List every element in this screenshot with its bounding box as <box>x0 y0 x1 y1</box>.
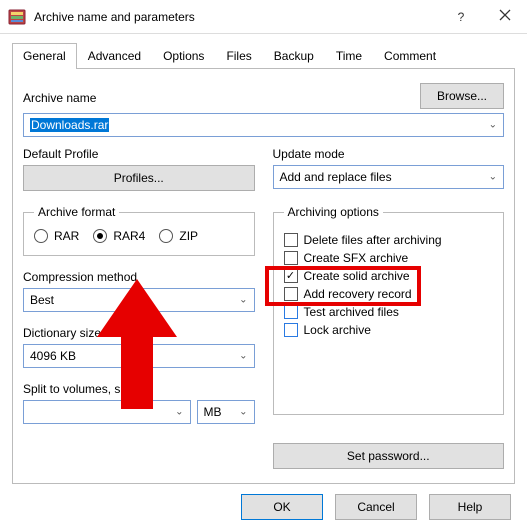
radio-rar4[interactable]: RAR4 <box>93 229 145 243</box>
check-create-solid[interactable]: Create solid archive <box>284 269 494 283</box>
ok-button[interactable]: OK <box>241 494 323 520</box>
check-test-files[interactable]: Test archived files <box>284 305 494 319</box>
window-title: Archive name and parameters <box>34 10 439 24</box>
chevron-down-icon: ⌄ <box>239 407 247 418</box>
archive-name-input[interactable]: Downloads.rar ⌄ <box>23 113 504 137</box>
tab-backup[interactable]: Backup <box>263 43 325 69</box>
chevron-down-icon: ⌄ <box>489 172 497 183</box>
chevron-down-icon: ⌄ <box>489 120 497 131</box>
cancel-button[interactable]: Cancel <box>335 494 417 520</box>
tab-advanced[interactable]: Advanced <box>77 43 152 69</box>
check-create-sfx[interactable]: Create SFX archive <box>284 251 494 265</box>
compression-select[interactable]: Best ⌄ <box>23 288 255 312</box>
tab-strip: General Advanced Options Files Backup Ti… <box>12 42 515 68</box>
archiving-options-legend: Archiving options <box>284 205 383 219</box>
tab-general[interactable]: General <box>12 43 77 69</box>
update-mode-select[interactable]: Add and replace files ⌄ <box>273 165 505 189</box>
dictionary-select[interactable]: 4096 KB ⌄ <box>23 344 255 368</box>
help-title-button[interactable]: ? <box>439 0 483 34</box>
dictionary-label: Dictionary size <box>23 326 255 340</box>
chevron-down-icon: ⌄ <box>175 407 183 418</box>
check-add-recovery[interactable]: Add recovery record <box>284 287 494 301</box>
set-password-button[interactable]: Set password... <box>273 443 505 469</box>
radio-zip[interactable]: ZIP <box>159 229 198 243</box>
tab-comment[interactable]: Comment <box>373 43 447 69</box>
dialog-footer: OK Cancel Help <box>0 484 527 532</box>
archive-format-group: Archive format RAR RAR4 ZIP <box>23 205 255 256</box>
split-size-input[interactable]: ⌄ <box>23 400 191 424</box>
archive-name-value: Downloads.rar <box>30 118 109 132</box>
close-icon <box>499 9 511 24</box>
tab-options[interactable]: Options <box>152 43 215 69</box>
update-mode-label: Update mode <box>273 147 505 161</box>
archive-format-legend: Archive format <box>34 205 119 219</box>
profiles-button[interactable]: Profiles... <box>23 165 255 191</box>
app-icon <box>8 8 26 26</box>
archiving-options-group: Archiving options Delete files after arc… <box>273 205 505 415</box>
chevron-down-icon: ⌄ <box>239 351 247 362</box>
update-mode-value: Add and replace files <box>280 170 392 184</box>
titlebar: Archive name and parameters ? <box>0 0 527 34</box>
archive-name-label: Archive name <box>23 91 410 105</box>
compression-value: Best <box>30 293 54 307</box>
help-button[interactable]: Help <box>429 494 511 520</box>
radio-rar[interactable]: RAR <box>34 229 79 243</box>
split-label: Split to volumes, size <box>23 382 255 396</box>
check-delete-after[interactable]: Delete files after archiving <box>284 233 494 247</box>
split-unit-value: MB <box>204 405 222 419</box>
tab-time[interactable]: Time <box>325 43 373 69</box>
dictionary-value: 4096 KB <box>30 349 76 363</box>
split-unit-select[interactable]: MB ⌄ <box>197 400 255 424</box>
check-lock-archive[interactable]: Lock archive <box>284 323 494 337</box>
close-title-button[interactable] <box>483 0 527 34</box>
tab-files[interactable]: Files <box>215 43 262 69</box>
help-icon: ? <box>458 10 465 24</box>
browse-button[interactable]: Browse... <box>420 83 504 109</box>
default-profile-label: Default Profile <box>23 147 255 161</box>
chevron-down-icon: ⌄ <box>239 295 247 306</box>
compression-label: Compression method <box>23 270 255 284</box>
tab-panel-general: Archive name Browse... Downloads.rar ⌄ D… <box>12 68 515 484</box>
